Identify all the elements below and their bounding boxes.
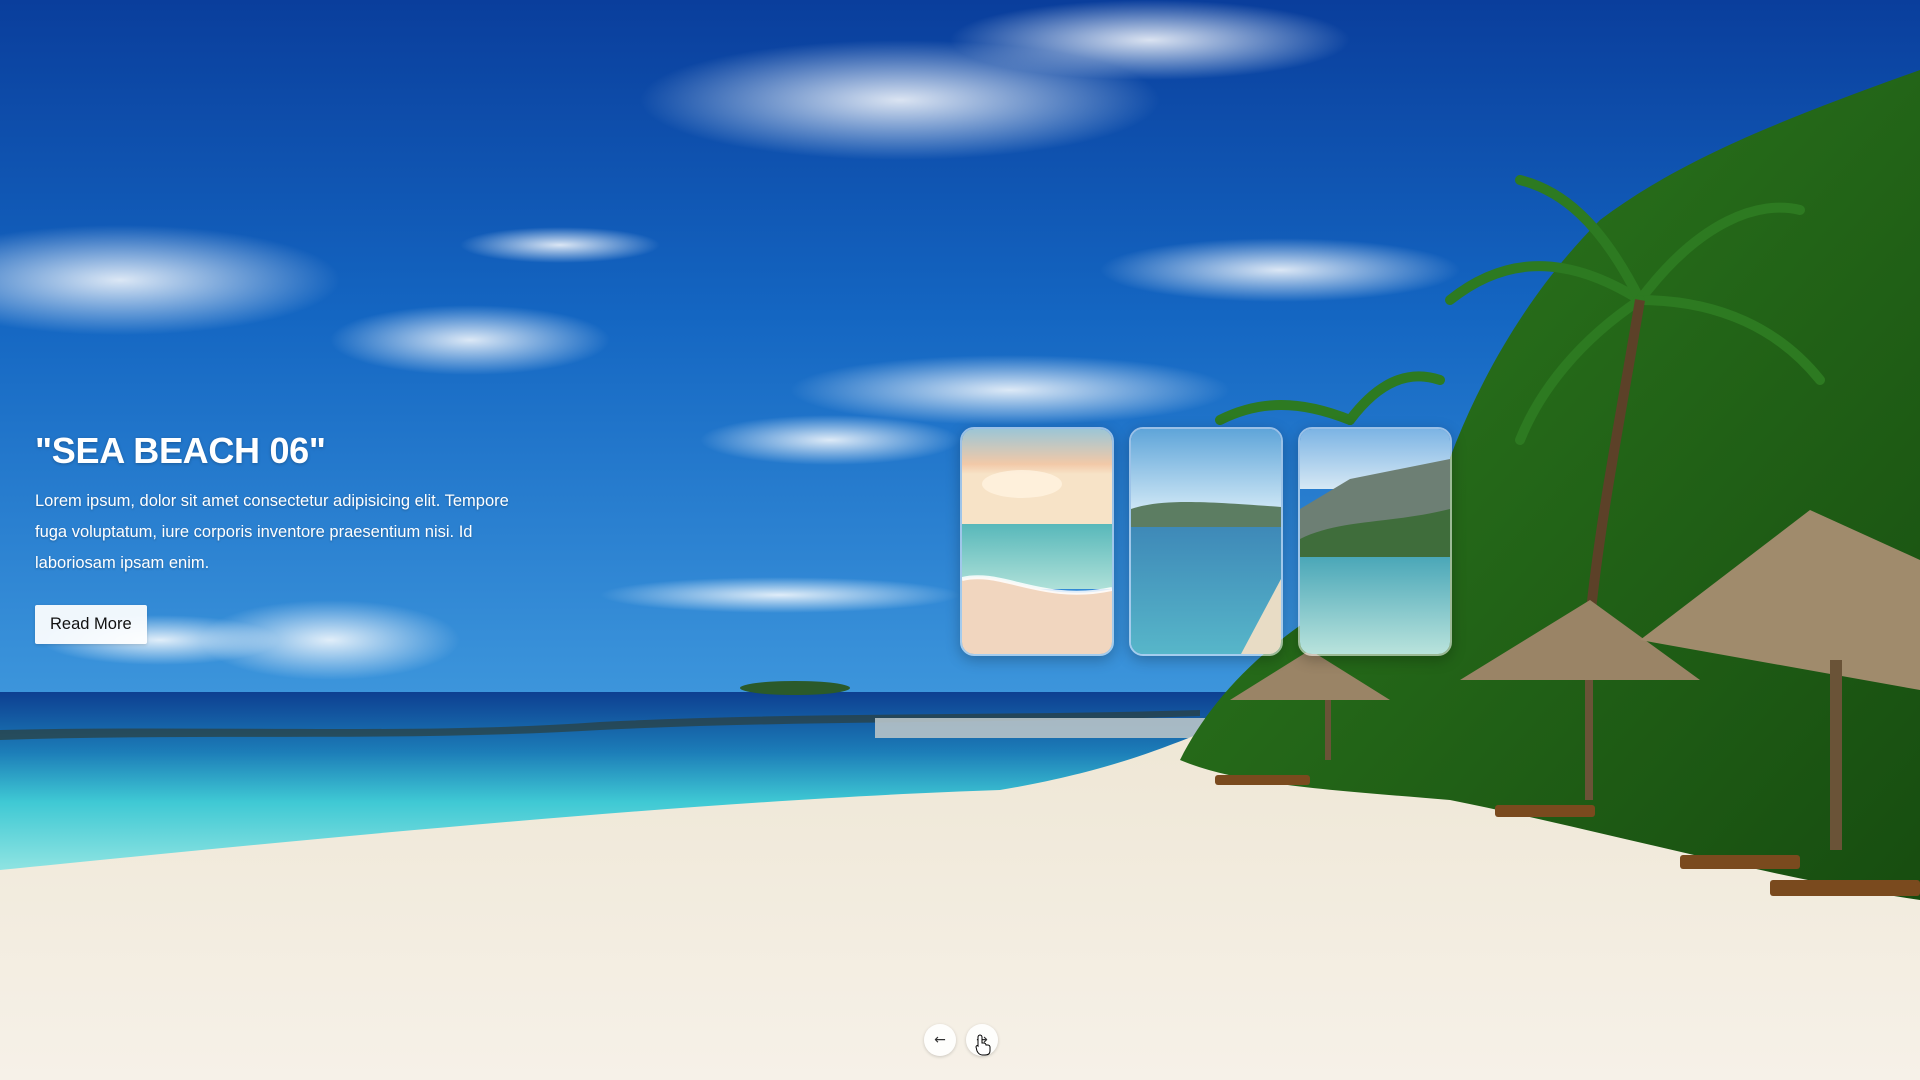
- bay-beach-thumbnail[interactable]: [1129, 427, 1283, 656]
- thumbnail-list: [960, 427, 1452, 656]
- slide-content: "SEA BEACH 06" Lorem ipsum, dolor sit am…: [35, 430, 515, 644]
- arrow-right-icon[interactable]: →: [966, 1024, 998, 1056]
- slide-title: "SEA BEACH 06": [35, 430, 326, 471]
- arrow-left-icon[interactable]: ←: [924, 1024, 956, 1056]
- slide-description: Lorem ipsum, dolor sit amet consectetur …: [35, 492, 509, 572]
- read-more-button[interactable]: Read More: [35, 605, 147, 644]
- cove-beach-thumbnail[interactable]: [1298, 427, 1452, 656]
- sunset-beach-thumbnail[interactable]: [960, 427, 1114, 656]
- slider-navigation: ← →: [924, 1024, 998, 1056]
